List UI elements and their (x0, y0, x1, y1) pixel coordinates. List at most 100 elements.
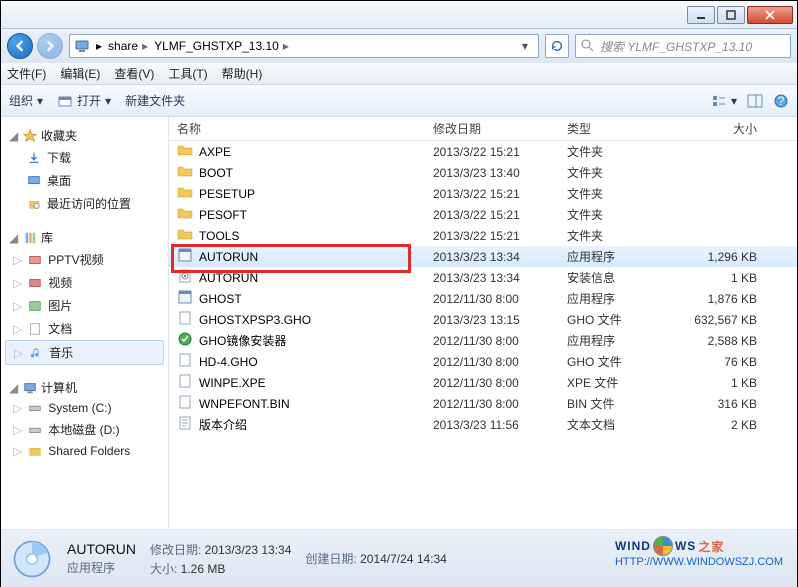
file-icon (177, 163, 193, 182)
star-icon (23, 129, 37, 143)
file-row[interactable]: AUTORUN2013/3/23 13:34应用程序1,296 KB (169, 246, 797, 267)
collapse-icon: ◢ (9, 231, 19, 245)
file-row[interactable]: AXPE2013/3/22 15:21文件夹 (169, 141, 797, 162)
column-type[interactable]: 类型 (559, 120, 669, 137)
menu-view[interactable]: 查看(V) (114, 65, 154, 82)
file-row[interactable]: TOOLS2013/3/22 15:21文件夹 (169, 225, 797, 246)
chevron-down-icon: ▾ (105, 94, 111, 108)
breadcrumb-dropdown-icon[interactable]: ▾ (516, 37, 534, 55)
file-type: 文件夹 (559, 164, 669, 181)
view-options-button[interactable]: ▾ (711, 93, 737, 109)
column-size[interactable]: 大小 (669, 120, 769, 137)
library-icon (23, 231, 37, 245)
breadcrumb-seg[interactable]: YLMF_GHSTXP_13.10▸ (154, 39, 289, 53)
breadcrumb-bar[interactable]: ▸ share▸ YLMF_GHSTXP_13.10▸ ▾ (69, 34, 539, 58)
expand-icon: ▷ (13, 444, 22, 458)
tree-item-drive-d[interactable]: ▷本地磁盘 (D:) (5, 418, 164, 441)
close-button[interactable] (747, 6, 793, 24)
watermark-logo: WINDWS之家 HTTP://WWW.WINDOWSZJ.COM (615, 536, 783, 568)
tree-item-pictures[interactable]: ▷图片 (5, 294, 164, 317)
file-type: 文本文档 (559, 416, 669, 433)
picture-icon (28, 299, 42, 313)
tree-item-videos[interactable]: ▷视频 (5, 271, 164, 294)
file-row[interactable]: WNPEFONT.BIN2012/11/30 8:00BIN 文件316 KB (169, 393, 797, 414)
file-name: PESETUP (199, 187, 255, 201)
file-name: AXPE (199, 145, 231, 159)
tree-item-documents[interactable]: ▷文档 (5, 317, 164, 340)
details-filename: AUTORUN (67, 541, 136, 557)
file-size: 2,588 KB (669, 334, 769, 348)
preview-pane-button[interactable] (747, 93, 763, 109)
file-size: 1 KB (669, 376, 769, 390)
tree-libraries[interactable]: ◢库 (5, 227, 164, 248)
file-size: 632,567 KB (669, 313, 769, 327)
menu-edit[interactable]: 编辑(E) (60, 65, 100, 82)
refresh-button[interactable] (545, 34, 569, 58)
tree-computer[interactable]: ◢计算机 (5, 377, 164, 398)
file-name: GHO镜像安装器 (199, 332, 286, 349)
file-row[interactable]: GHO镜像安装器2012/11/30 8:00应用程序2,588 KB (169, 330, 797, 351)
new-folder-button[interactable]: 新建文件夹 (125, 92, 185, 109)
tree-item-desktop[interactable]: 桌面 (5, 169, 164, 192)
file-date: 2013/3/23 13:15 (425, 313, 559, 327)
details-modified: 修改日期: 2013/3/23 13:34 (150, 541, 291, 558)
file-row[interactable]: PESETUP2013/3/22 15:21文件夹 (169, 183, 797, 204)
tree-item-shared-folders[interactable]: ▷Shared Folders (5, 441, 164, 461)
column-date[interactable]: 修改日期 (425, 120, 559, 137)
command-bar: 组织 ▾ 打开 ▾ 新建文件夹 ▾ ? (1, 85, 797, 117)
tree-item-pptv[interactable]: ▷PPTV视频 (5, 248, 164, 271)
file-type: XPE 文件 (559, 374, 669, 391)
breadcrumb-seg[interactable]: share▸ (108, 39, 148, 53)
menu-help[interactable]: 帮助(H) (222, 65, 263, 82)
file-row[interactable]: GHOST2012/11/30 8:00应用程序1,876 KB (169, 288, 797, 309)
file-type: 文件夹 (559, 227, 669, 244)
file-row[interactable]: 版本介绍2013/3/23 11:56文本文档2 KB (169, 414, 797, 435)
search-input[interactable]: 搜索 YLMF_GHSTXP_13.10 (575, 34, 791, 58)
drive-icon (28, 401, 42, 415)
document-icon (28, 322, 42, 336)
nav-forward-button[interactable] (37, 33, 63, 59)
details-created: 创建日期: 2014/7/24 14:34 (305, 550, 446, 567)
file-name: GHOSTXPSP3.GHO (199, 313, 311, 327)
maximize-button[interactable] (717, 6, 745, 24)
file-icon (177, 247, 193, 266)
file-row[interactable]: GHOSTXPSP3.GHO2013/3/23 13:15GHO 文件632,5… (169, 309, 797, 330)
menu-file[interactable]: 文件(F) (7, 65, 46, 82)
expand-icon: ▷ (13, 423, 22, 437)
chevron-right-icon: ▸ (96, 39, 102, 53)
video-icon (28, 253, 42, 267)
file-row[interactable]: AUTORUN2013/3/23 13:34安装信息1 KB (169, 267, 797, 288)
help-button[interactable]: ? (773, 93, 789, 109)
tree-item-music[interactable]: ▷音乐 (5, 340, 164, 365)
file-name: AUTORUN (199, 250, 258, 264)
organize-button[interactable]: 组织 ▾ (9, 92, 43, 109)
tree-item-drive-c[interactable]: ▷System (C:) (5, 398, 164, 418)
file-row[interactable]: BOOT2013/3/23 13:40文件夹 (169, 162, 797, 183)
file-date: 2012/11/30 8:00 (425, 376, 559, 390)
file-date: 2012/11/30 8:00 (425, 292, 559, 306)
open-button[interactable]: 打开 ▾ (57, 92, 111, 109)
address-row: ▸ share▸ YLMF_GHSTXP_13.10▸ ▾ 搜索 YLMF_GH… (1, 29, 797, 63)
file-type: 安装信息 (559, 269, 669, 286)
nav-back-button[interactable] (7, 33, 33, 59)
minimize-button[interactable] (687, 6, 715, 24)
column-name[interactable]: 名称 (169, 120, 425, 137)
file-list-pane: 名称 修改日期 类型 大小 AXPE2013/3/22 15:21文件夹BOOT… (169, 117, 797, 529)
file-size: 316 KB (669, 397, 769, 411)
file-row[interactable]: WINPE.XPE2012/11/30 8:00XPE 文件1 KB (169, 372, 797, 393)
computer-icon (74, 38, 90, 54)
navigation-pane: ◢收藏夹 下载 桌面 最近访问的位置 ◢库 ▷PPTV视频 ▷视频 ▷图片 ▷文… (1, 117, 169, 529)
file-icon (177, 289, 193, 308)
file-icon (177, 184, 193, 203)
tree-item-downloads[interactable]: 下载 (5, 146, 164, 169)
file-date: 2013/3/22 15:21 (425, 229, 559, 243)
file-icon (177, 268, 193, 287)
file-date: 2012/11/30 8:00 (425, 397, 559, 411)
file-name: 版本介绍 (199, 416, 247, 433)
tree-favorites[interactable]: ◢收藏夹 (5, 125, 164, 146)
file-type: 应用程序 (559, 248, 669, 265)
file-row[interactable]: HD-4.GHO2012/11/30 8:00GHO 文件76 KB (169, 351, 797, 372)
file-row[interactable]: PESOFT2013/3/22 15:21文件夹 (169, 204, 797, 225)
menu-tools[interactable]: 工具(T) (168, 65, 207, 82)
tree-item-recent[interactable]: 最近访问的位置 (5, 192, 164, 215)
